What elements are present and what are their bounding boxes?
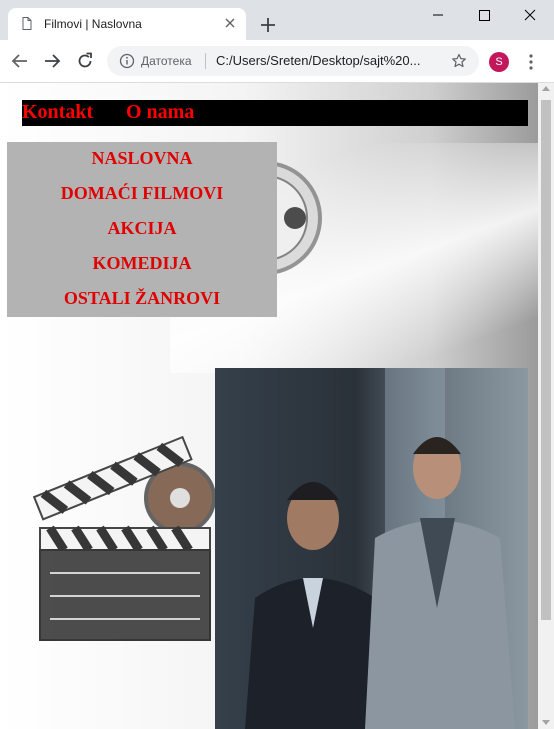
menu-item-akcija[interactable]: AKCIJA — [7, 218, 277, 239]
address-bar[interactable]: Датотека C:/Users/Sreten/Desktop/sajt%20… — [107, 46, 479, 76]
document-icon — [22, 17, 32, 30]
scroll-down-arrow-icon[interactable] — [542, 720, 550, 725]
maximize-icon[interactable] — [461, 0, 507, 30]
window-close-icon[interactable] — [507, 0, 553, 30]
two-men-photo — [215, 368, 528, 729]
top-nav-bar: Kontakt O nama — [22, 100, 528, 126]
back-arrow-icon[interactable] — [10, 51, 30, 71]
tab-title: Filmovi | Naslovna — [44, 17, 142, 31]
close-tab-icon[interactable] — [223, 16, 237, 30]
browser-tab[interactable]: Filmovi | Naslovna — [8, 8, 246, 40]
omnibox-divider — [205, 53, 206, 69]
profile-avatar[interactable]: S — [489, 52, 509, 72]
kebab-menu-icon[interactable] — [523, 52, 539, 72]
menu-item-ostali-zanrovi[interactable]: OSTALI ŽANROVI — [7, 288, 277, 309]
bookmark-star-icon[interactable] — [451, 53, 467, 69]
reload-icon[interactable] — [75, 51, 95, 71]
new-tab-icon[interactable] — [259, 16, 277, 34]
menu-item-naslovna[interactable]: NASLOVNA — [7, 148, 277, 169]
movie-still-image — [215, 368, 528, 729]
url-text[interactable]: C:/Users/Sreten/Desktop/sajt%20... — [216, 53, 420, 68]
scroll-up-arrow-icon[interactable] — [542, 86, 550, 91]
menu-item-komedija[interactable]: KOMEDIJA — [7, 253, 277, 274]
tab-strip: Filmovi | Naslovna — [0, 0, 554, 40]
side-menu: NASLOVNA DOMAĆI FILMOVI AKCIJA KOMEDIJA … — [7, 142, 277, 317]
page-type-label: Датотека — [141, 54, 192, 68]
scrollbar-thumb[interactable] — [541, 100, 551, 620]
page-viewport: Kontakt O nama NASLOVNA DOMAĆI FILMOVI A… — [0, 83, 538, 729]
forward-arrow-icon[interactable] — [42, 51, 62, 71]
minimize-icon[interactable] — [415, 0, 461, 30]
menu-item-domaci-filmovi[interactable]: DOMAĆI FILMOVI — [7, 183, 277, 204]
o-nama-link[interactable]: O nama — [126, 101, 194, 124]
kontakt-link[interactable]: Kontakt — [22, 101, 93, 124]
info-icon[interactable] — [119, 53, 135, 69]
clapperboard-graphic — [32, 435, 215, 641]
browser-toolbar: Датотека C:/Users/Sreten/Desktop/sajt%20… — [0, 40, 554, 83]
